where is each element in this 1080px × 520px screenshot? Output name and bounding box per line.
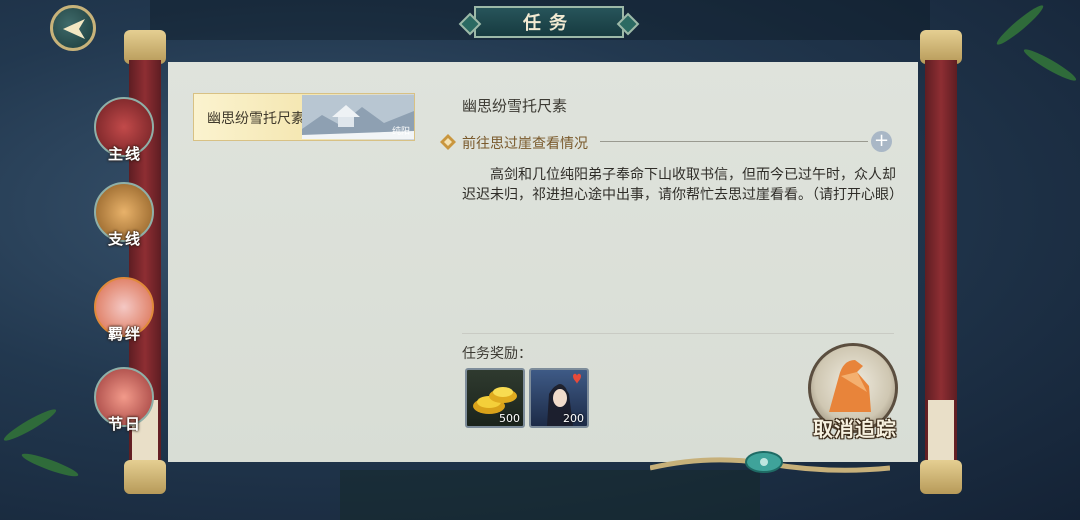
quest-thumbnail-image	[302, 95, 414, 139]
back-button[interactable]	[50, 5, 96, 51]
category-side-quest-label: 支线	[107, 230, 142, 248]
left-scroll-pillar	[124, 20, 166, 510]
category-festival-quest-label: 节日	[107, 415, 142, 433]
cancel-tracking-button[interactable]: 取消追踪	[800, 325, 910, 445]
right-scroll-pillar	[920, 20, 962, 510]
reward-gold-count: 500	[499, 412, 520, 425]
category-festival-quest[interactable]: 节日	[94, 367, 154, 433]
category-main-quest[interactable]: 主线	[94, 97, 154, 163]
objective-diamond-icon	[440, 134, 456, 150]
reward-item-affection[interactable]: 200	[529, 368, 589, 428]
cancel-tracking-label: 取消追踪	[813, 417, 897, 441]
quest-detail-title: 幽思纷雪托尺素	[462, 97, 568, 115]
category-bond-quest[interactable]: 羁绊	[94, 277, 154, 343]
window-title: 任务	[523, 13, 575, 34]
window-title-plaque: 任务	[474, 6, 624, 38]
quest-list-item-name: 幽思纷雪托尺素	[207, 111, 305, 127]
category-bond-quest-label: 羁绊	[107, 325, 142, 343]
quest-list-item[interactable]: 幽思纷雪托尺素 纯阳	[193, 93, 415, 141]
reward-affection-count: 200	[563, 412, 584, 425]
category-side-quest[interactable]: 支线	[94, 182, 154, 248]
expand-objective-button[interactable]: +	[871, 130, 892, 152]
quest-objective-text: 前往思过崖查看情况	[462, 136, 588, 152]
objective-divider-line	[600, 141, 868, 142]
arrow-left-icon	[63, 19, 85, 39]
jade-knot-decoration	[650, 451, 890, 473]
quest-description: 高剑和几位纯阳弟子奉命下山收取书信，但而今已过午时，众人却迟迟未归，祁进担心途中…	[462, 167, 903, 203]
category-main-quest-label: 主线	[107, 145, 142, 163]
reward-item-gold[interactable]: 500	[465, 368, 525, 428]
reward-label: 任务奖励：	[462, 346, 532, 362]
plus-icon: +	[873, 130, 890, 151]
quest-objective-row: 前往思过崖查看情况 +	[440, 130, 895, 154]
